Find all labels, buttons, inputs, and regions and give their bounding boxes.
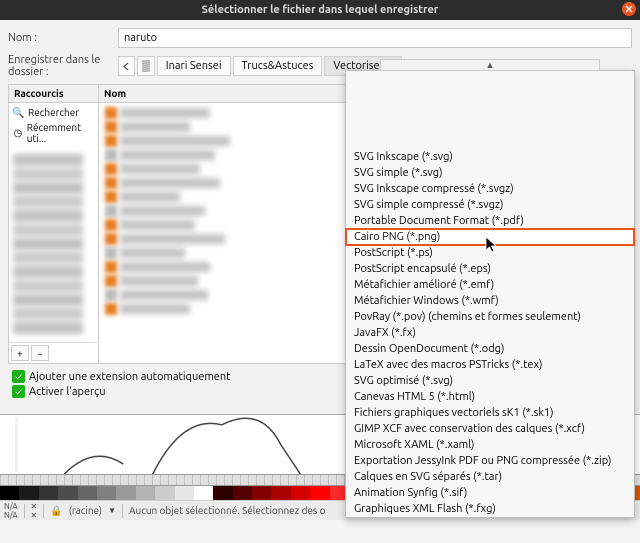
color-swatch[interactable]: [58, 486, 77, 500]
path-home-button[interactable]: ▒: [137, 56, 155, 76]
shortcuts-panel: Raccourcis 🔍 Rechercher ◷ Récemment uti.…: [9, 85, 99, 363]
folder-label: Enregistrer dans le dossier :: [8, 54, 118, 78]
shortcut-recent[interactable]: ◷ Récemment uti...: [11, 120, 96, 146]
color-swatch[interactable]: [155, 486, 174, 500]
color-swatch[interactable]: [291, 486, 310, 500]
clock-icon: ◷: [13, 128, 23, 139]
format-option[interactable]: Fichiers graphiques vectoriels sK1 (*.sk…: [346, 405, 634, 421]
layer-select[interactable]: (racine): [69, 505, 102, 516]
color-swatch[interactable]: [233, 486, 252, 500]
format-option[interactable]: Dessin OpenDocument (*.odg): [346, 341, 634, 357]
format-option[interactable]: JavaFX (*.fx): [346, 325, 634, 341]
color-swatch[interactable]: [175, 486, 194, 500]
color-swatch[interactable]: [310, 486, 329, 500]
close-button[interactable]: [622, 2, 636, 16]
format-option[interactable]: SVG Inkscape compressé (*.svgz): [346, 181, 634, 197]
format-option[interactable]: SVG optimisé (*.svg): [346, 373, 634, 389]
shortcut-label: Rechercher: [28, 107, 79, 118]
format-option[interactable]: Graphiques XML Flash (*.fxg): [346, 501, 634, 517]
format-option[interactable]: Métafichier Windows (*.wmf): [346, 293, 634, 309]
format-option[interactable]: Canevas HTML 5 (*.html): [346, 389, 634, 405]
window-titlebar: Sélectionner le fichier dans lequel enre…: [0, 0, 640, 20]
lock-icon[interactable]: 🔒: [50, 505, 62, 517]
format-option[interactable]: SVG simple compressé (*.svgz): [346, 197, 634, 213]
path-back-button[interactable]: [118, 56, 135, 76]
color-swatch[interactable]: [97, 486, 116, 500]
color-swatch[interactable]: [19, 486, 38, 500]
format-option[interactable]: Métafichier amélioré (*.emf): [346, 277, 634, 293]
chevron-left-icon: [123, 62, 130, 71]
format-option[interactable]: Portable Document Format (*.pdf): [346, 213, 634, 229]
shortcuts-header[interactable]: Raccourcis: [9, 85, 98, 103]
format-option[interactable]: Animation Synfig (*.sif): [346, 485, 634, 501]
color-swatch[interactable]: [39, 486, 58, 500]
add-shortcut-button[interactable]: +: [11, 345, 29, 361]
name-label: Nom :: [8, 32, 118, 44]
format-option[interactable]: LaTeX avec des macros PSTricks (*.tex): [346, 357, 634, 373]
format-option[interactable]: PostScript encapsulé (*.eps): [346, 261, 634, 277]
format-option[interactable]: PovRay (*.pov) (chemins et formes seulem…: [346, 309, 634, 325]
format-option[interactable]: SVG Inkscape (*.svg): [346, 149, 634, 165]
color-swatch[interactable]: [116, 486, 135, 500]
format-option[interactable]: GIMP XCF avec conservation des calques (…: [346, 421, 634, 437]
format-option[interactable]: SVG simple (*.svg): [346, 165, 634, 181]
color-swatch[interactable]: [136, 486, 155, 500]
status-message: Aucun objet sélectionné. Sélectionnez de…: [129, 505, 325, 516]
shortcut-controls: + −: [9, 342, 98, 363]
window-title: Sélectionner le fichier dans lequel enre…: [202, 4, 439, 16]
shortcut-search[interactable]: 🔍 Rechercher: [11, 105, 96, 120]
checkmark-icon: ✓: [12, 370, 25, 383]
format-option[interactable]: Microsoft XAML (*.xaml): [346, 437, 634, 453]
color-swatch[interactable]: [0, 486, 19, 500]
shortcut-label: Récemment uti...: [27, 122, 94, 144]
breadcrumb-item[interactable]: Trucs&Astuces: [233, 56, 323, 76]
breadcrumb-item[interactable]: Inari Sensei: [157, 56, 231, 76]
search-icon: 🔍: [13, 107, 24, 118]
color-swatch[interactable]: [78, 486, 97, 500]
checkmark-icon: ✓: [12, 385, 25, 398]
format-option[interactable]: PostScript (*.ps): [346, 245, 634, 261]
format-option[interactable]: Cairo PNG (*.png): [346, 229, 634, 245]
menu-scroll-up[interactable]: ▲: [380, 59, 600, 71]
color-swatch[interactable]: [252, 486, 271, 500]
color-swatch[interactable]: [271, 486, 290, 500]
format-option[interactable]: Calques en SVG séparés (*.tar): [346, 469, 634, 485]
file-format-menu: ▲ SVG Inkscape (*.svg)SVG simple (*.svg)…: [345, 70, 635, 518]
remove-shortcut-button[interactable]: −: [31, 345, 49, 361]
filename-input[interactable]: [118, 28, 632, 48]
format-option[interactable]: Exportation JessyInk PDF ou PNG compress…: [346, 453, 634, 469]
close-icon: [625, 5, 633, 13]
color-swatch[interactable]: [213, 486, 232, 500]
color-swatch[interactable]: [194, 486, 213, 500]
